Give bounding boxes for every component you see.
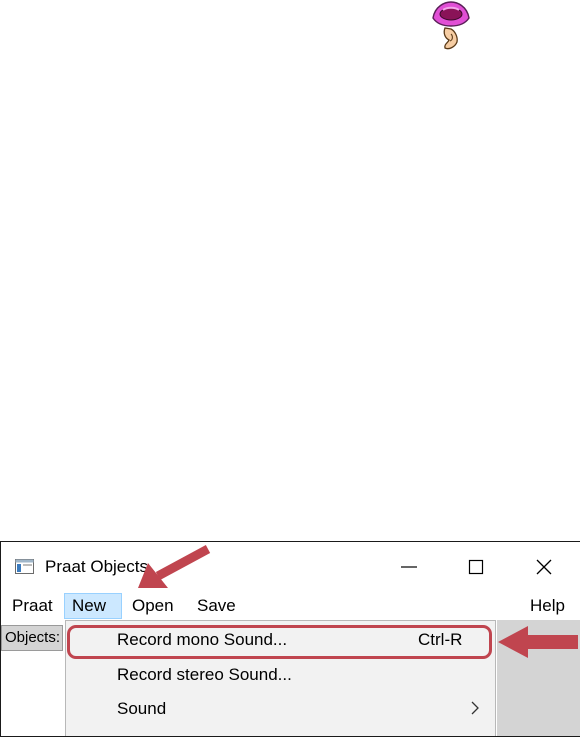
praat-logo-icon [432,1,470,50]
menu-item-label: Record stereo Sound... [117,665,292,684]
menu-bar: Praat New Open Save Help [1,592,580,620]
title-bar: Praat Objects [1,542,580,592]
annotation-arrow-icon [498,626,578,658]
menu-item-sound[interactable]: Sound [66,692,495,726]
menu-item-label: Sound [117,699,167,718]
chevron-right-icon [471,701,479,715]
highlight-box [67,625,492,659]
menu-save[interactable]: Save [190,593,243,619]
minimize-icon [401,566,417,568]
maximize-icon [468,559,484,575]
menu-new[interactable]: New [64,593,122,619]
menu-open[interactable]: Open [125,593,181,619]
menu-help[interactable]: Help [523,593,572,619]
praat-app-icon [15,559,34,574]
maximize-button[interactable] [452,550,500,584]
menu-item-record-stereo-sound[interactable]: Record stereo Sound... [66,658,495,692]
menu-praat[interactable]: Praat [5,593,60,619]
minimize-button[interactable] [385,550,433,584]
close-button[interactable] [520,550,568,584]
objects-label: Objects: [1,625,63,651]
close-icon [536,559,552,575]
annotation-arrow-icon [138,545,211,588]
